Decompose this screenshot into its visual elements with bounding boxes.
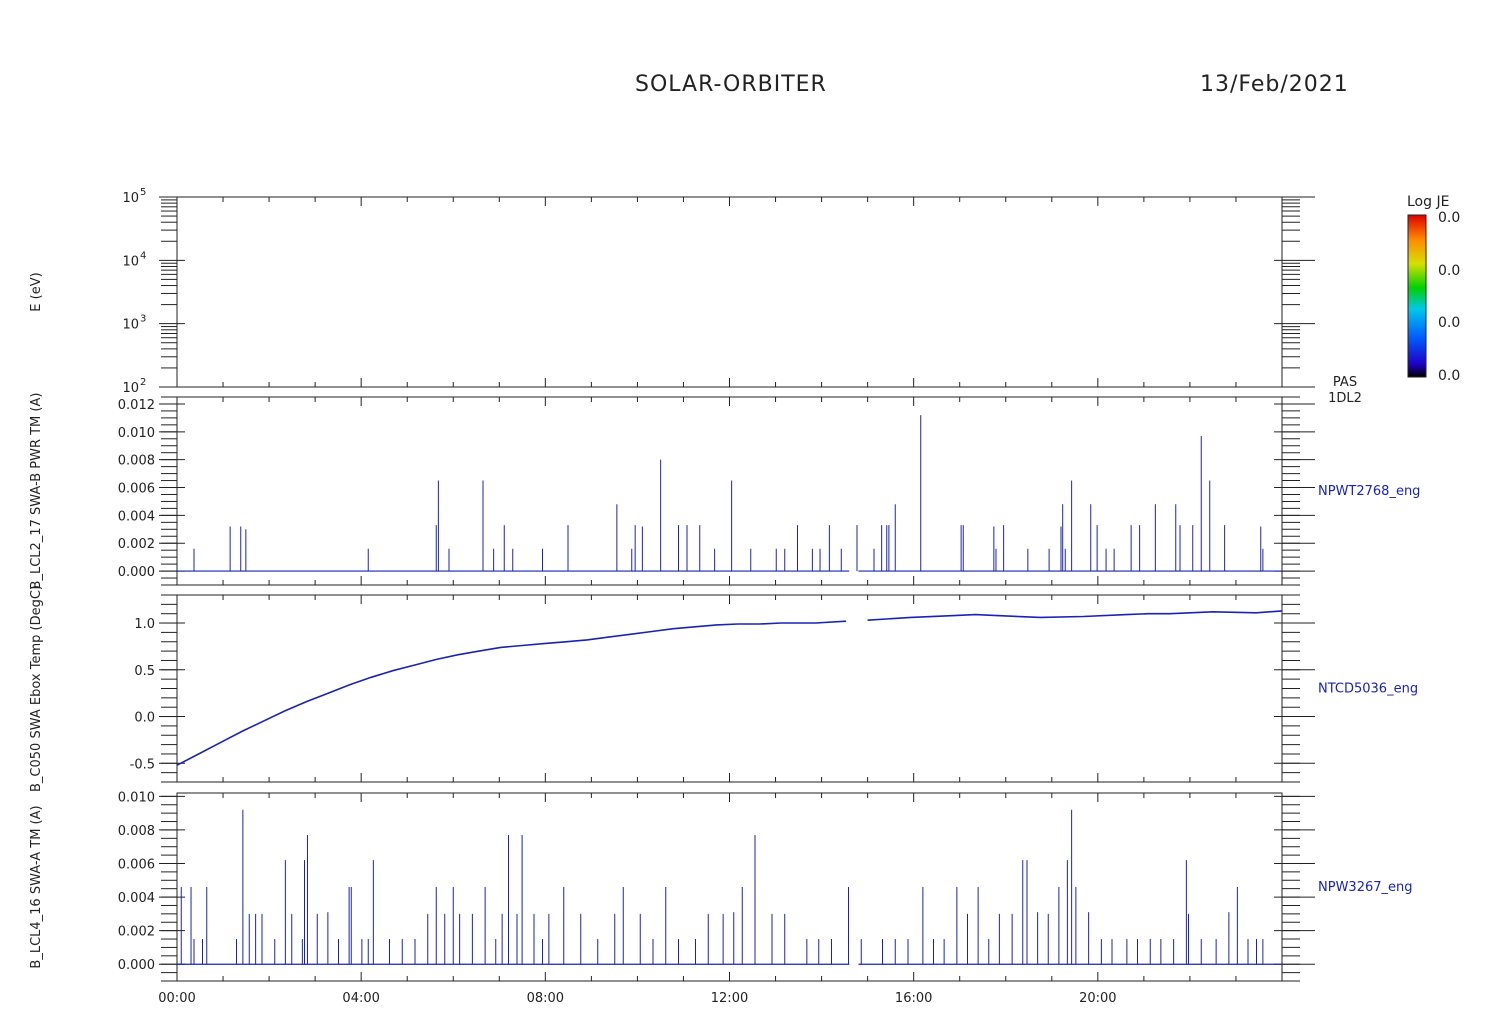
- y-tick-label: 0.5: [134, 664, 155, 679]
- y-axis-label-1: B_LCL2_17 SWA-B PWR TM (A): [29, 393, 44, 590]
- colorbar-scale: [1407, 214, 1427, 378]
- panel-frame-0: [176, 196, 1283, 388]
- panel-frame-3: [176, 792, 1283, 982]
- y-tick-label: 0.002: [118, 537, 155, 552]
- panel-instrument-label: PAS: [1333, 375, 1357, 390]
- colorbar-tick: 0.0: [1438, 263, 1460, 279]
- x-tick-label: 16:00: [895, 991, 932, 1006]
- y-tick-label: 0.004: [118, 509, 155, 524]
- y-axis-label-2: B_C050 SWA Ebox Temp (DegC): [29, 585, 44, 792]
- y-tick-label: 10: [122, 254, 139, 269]
- colorbar-tick: 0.0: [1438, 368, 1460, 384]
- colorbar-tick: 0.0: [1438, 210, 1460, 226]
- y-tick-label: 0.004: [118, 891, 155, 906]
- x-tick-label: 00:00: [158, 991, 195, 1006]
- y-tick-exponent: 4: [140, 250, 146, 261]
- y-tick-label: 0.006: [118, 858, 155, 873]
- colorbar-tick: 0.0: [1438, 315, 1460, 331]
- y-axis-label-3: B_LCL4_16 SWA-A TM (A): [29, 805, 44, 968]
- y-tick-label: 0.008: [118, 454, 155, 469]
- x-tick-label: 20:00: [1079, 991, 1116, 1006]
- colorbar-label: Log JE: [1407, 194, 1449, 210]
- series-label: NPWT2768_eng: [1318, 484, 1420, 499]
- multi-panel-plot: 10 210 310 410 5E (eV)PAS1DL20.0000.0020.004…: [29, 187, 1460, 1006]
- series-label: NPW3267_eng: [1318, 880, 1413, 895]
- y-tick-label: 0.010: [118, 426, 155, 441]
- y-tick-label: 10: [122, 381, 139, 396]
- y-axis-label-0: E (eV): [29, 272, 44, 311]
- x-tick-label: 04:00: [342, 991, 379, 1006]
- y-tick-label: 0.0: [134, 711, 155, 726]
- x-tick-label: 12:00: [711, 991, 748, 1006]
- panel-instrument-label: 1DL2: [1328, 391, 1362, 406]
- y-tick-label: 1.0: [134, 617, 155, 632]
- y-tick-label: 0.000: [118, 565, 155, 580]
- y-tick-label: 0.010: [118, 790, 155, 805]
- y-tick-label: -0.5: [130, 757, 155, 772]
- colorbar: Log JE 0.0 0.0 0.0 0.0: [1407, 194, 1460, 384]
- x-tick-label: 08:00: [527, 991, 564, 1006]
- y-tick-label: 0.002: [118, 925, 155, 940]
- series-label: NTCD5036_eng: [1318, 682, 1418, 697]
- y-tick-label: 0.012: [118, 398, 155, 413]
- y-tick-exponent: 2: [140, 377, 146, 388]
- series-line: [176, 620, 847, 766]
- panel-frame-1: [176, 396, 1283, 586]
- y-tick-label: 0.008: [118, 824, 155, 839]
- y-tick-label: 0.000: [118, 958, 155, 973]
- series-line: [867, 610, 1283, 621]
- y-tick-exponent: 3: [140, 314, 146, 325]
- panel-frame-2: [176, 594, 1283, 783]
- y-tick-label: 10: [122, 318, 139, 333]
- y-tick-label: 10: [122, 191, 139, 206]
- y-tick-exponent: 5: [140, 187, 146, 198]
- y-tick-label: 0.006: [118, 482, 155, 497]
